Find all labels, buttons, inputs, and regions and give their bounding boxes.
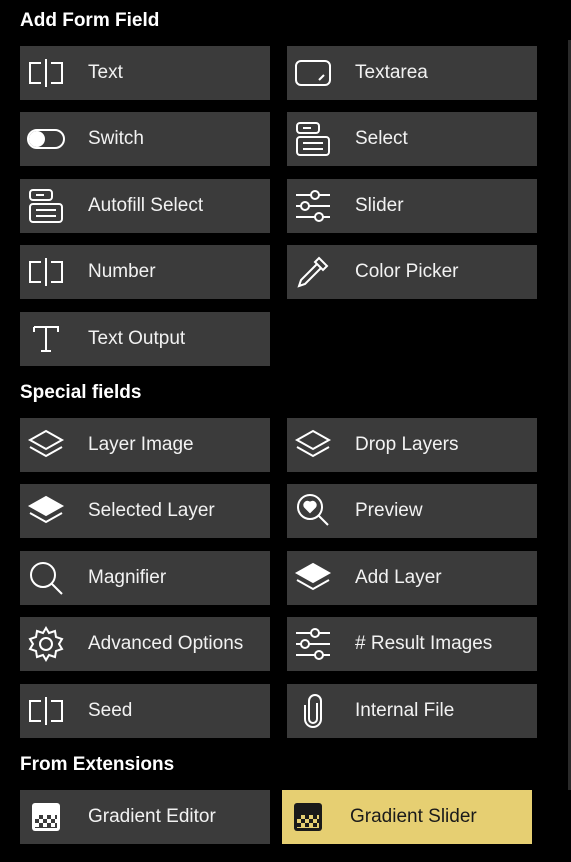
gradient-editor-button[interactable]: Gradient Editor bbox=[20, 790, 270, 844]
select-dropdown-icon bbox=[291, 117, 335, 161]
selected-layer-button[interactable]: Selected Layer bbox=[20, 484, 270, 538]
internal-file-label: Internal File bbox=[355, 700, 455, 721]
toggle-switch-icon bbox=[24, 117, 68, 161]
number-field-label: Number bbox=[88, 261, 156, 282]
select-field-button[interactable]: Select bbox=[287, 112, 537, 166]
add-layer-label: Add Layer bbox=[355, 567, 442, 588]
paperclip-icon bbox=[291, 689, 335, 733]
gradient-slider-button[interactable]: Gradient Slider bbox=[282, 790, 532, 844]
magnifier-label: Magnifier bbox=[88, 567, 167, 588]
preview-button[interactable]: Preview bbox=[287, 484, 537, 538]
gradient-icon bbox=[286, 795, 330, 839]
text-t-icon bbox=[24, 317, 68, 361]
text-field-label: Text bbox=[88, 62, 123, 83]
section-title-extensions: From Extensions bbox=[20, 754, 175, 775]
number-field-button[interactable]: Number bbox=[20, 245, 270, 299]
gradient-slider-label: Gradient Slider bbox=[350, 806, 477, 827]
preview-magnifier-heart-icon bbox=[291, 489, 335, 533]
section-title-special: Special fields bbox=[20, 382, 142, 403]
drop-layers-button[interactable]: Drop Layers bbox=[287, 418, 537, 472]
drop-layers-label: Drop Layers bbox=[355, 434, 459, 455]
internal-file-button[interactable]: Internal File bbox=[287, 684, 537, 738]
layer-image-label: Layer Image bbox=[88, 434, 194, 455]
sliders-icon bbox=[291, 184, 335, 228]
switch-field-button[interactable]: Switch bbox=[20, 112, 270, 166]
color-picker-label: Color Picker bbox=[355, 261, 459, 282]
preview-label: Preview bbox=[355, 500, 423, 521]
magnifier-button[interactable]: Magnifier bbox=[20, 551, 270, 605]
layer-image-button[interactable]: Layer Image bbox=[20, 418, 270, 472]
result-images-button[interactable]: # Result Images bbox=[287, 617, 537, 671]
text-input-icon bbox=[24, 51, 68, 95]
select-field-label: Select bbox=[355, 128, 408, 149]
result-images-label: # Result Images bbox=[355, 633, 493, 654]
gradient-icon bbox=[24, 795, 68, 839]
layers-outline-icon bbox=[291, 423, 335, 467]
advanced-options-button[interactable]: Advanced Options bbox=[20, 617, 270, 671]
seed-label: Seed bbox=[88, 700, 133, 721]
text-output-button[interactable]: Text Output bbox=[20, 312, 270, 366]
magnifier-icon bbox=[24, 556, 68, 600]
layers-filled-icon bbox=[291, 556, 335, 600]
textarea-field-button[interactable]: Textarea bbox=[287, 46, 537, 100]
gradient-editor-label: Gradient Editor bbox=[88, 806, 216, 827]
layers-filled-icon bbox=[24, 489, 68, 533]
autofill-select-button[interactable]: Autofill Select bbox=[20, 179, 270, 233]
text-output-label: Text Output bbox=[88, 328, 186, 349]
text-field-button[interactable]: Text bbox=[20, 46, 270, 100]
slider-field-label: Slider bbox=[355, 195, 404, 216]
color-picker-button[interactable]: Color Picker bbox=[287, 245, 537, 299]
number-input-icon bbox=[24, 250, 68, 294]
textarea-field-label: Textarea bbox=[355, 62, 428, 83]
eyedropper-icon bbox=[291, 250, 335, 294]
autofill-select-icon bbox=[24, 184, 68, 228]
switch-field-label: Switch bbox=[88, 128, 144, 149]
text-input-icon bbox=[24, 689, 68, 733]
selected-layer-label: Selected Layer bbox=[88, 500, 215, 521]
slider-field-button[interactable]: Slider bbox=[287, 179, 537, 233]
seed-button[interactable]: Seed bbox=[20, 684, 270, 738]
sliders-icon bbox=[291, 622, 335, 666]
add-layer-button[interactable]: Add Layer bbox=[287, 551, 537, 605]
textarea-icon bbox=[291, 51, 335, 95]
section-title-form: Add Form Field bbox=[20, 10, 160, 31]
autofill-select-label: Autofill Select bbox=[88, 195, 204, 216]
layers-outline-icon bbox=[24, 423, 68, 467]
gear-icon bbox=[24, 622, 68, 666]
advanced-options-label: Advanced Options bbox=[88, 633, 244, 654]
